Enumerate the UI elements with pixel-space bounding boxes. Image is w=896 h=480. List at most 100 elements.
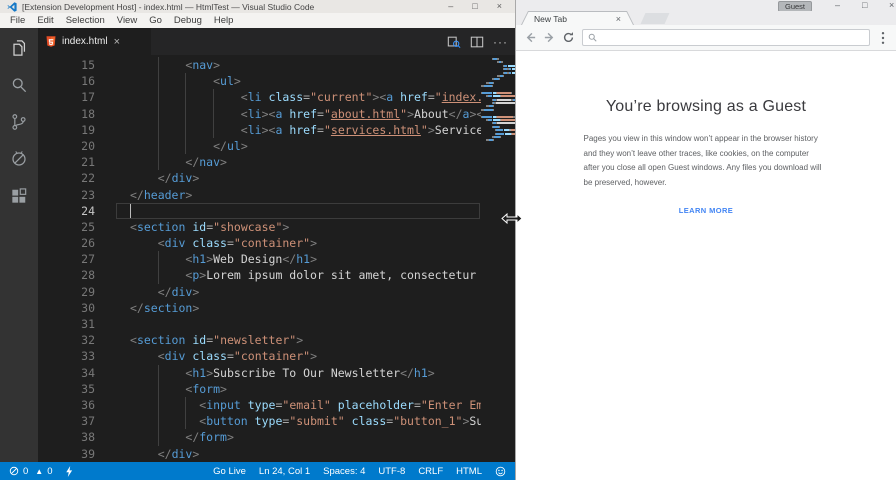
- indent-guide: [185, 89, 187, 106]
- line-number: 19: [81, 122, 95, 137]
- code-line-16[interactable]: 16 <ul>: [38, 73, 481, 90]
- status-cursor-position[interactable]: Ln 24, Col 1: [259, 466, 310, 477]
- code-text: <ul>: [116, 73, 481, 90]
- guest-description-line: after you close all open Guest windows. …: [583, 163, 822, 173]
- tab-index-html[interactable]: index.html ×: [38, 28, 151, 55]
- minimap[interactable]: [481, 55, 515, 462]
- maximize-button[interactable]: □: [472, 0, 477, 13]
- code-text: <input type="email" placeholder="Enter E…: [116, 396, 481, 414]
- code-line-21[interactable]: 21 </nav>: [38, 154, 481, 171]
- extensions-icon[interactable]: [8, 185, 30, 207]
- errors-icon[interactable]: [9, 466, 19, 476]
- line-number: 29: [81, 284, 95, 299]
- browser-toolbar: [516, 25, 896, 51]
- code-text: </nav>: [116, 154, 481, 171]
- explorer-icon[interactable]: [8, 37, 30, 59]
- code-line-29[interactable]: 29 </div>: [38, 284, 481, 300]
- menu-view[interactable]: View: [111, 15, 143, 26]
- learn-more-link[interactable]: LEARN MORE: [679, 206, 733, 215]
- tab-new-tab[interactable]: New Tab ×: [521, 11, 634, 25]
- warnings-icon[interactable]: ▲: [35, 467, 43, 476]
- menu-help[interactable]: Help: [208, 15, 240, 26]
- code-line-32[interactable]: 32 <section id="newsletter">: [38, 332, 481, 348]
- code-line-35[interactable]: 35 <form>: [38, 380, 481, 397]
- code-line-37[interactable]: 37 <button type="submit" class="button_1…: [38, 413, 481, 430]
- debug-icon[interactable]: [8, 148, 30, 170]
- code-line-34[interactable]: 34 <h1>Subscribe To Our Newsletter</h1>: [38, 364, 481, 381]
- code-line-33[interactable]: 33 <div class="container">: [38, 348, 481, 364]
- code-text: <button type="submit" class="button_1">S…: [116, 413, 481, 430]
- indent-guide: [157, 57, 159, 74]
- more-actions-icon[interactable]: ···: [493, 35, 508, 49]
- code-text: </div>: [157, 284, 200, 299]
- indent-guide: [157, 121, 159, 138]
- code-line-27[interactable]: 27 <h1>Web Design</h1>: [38, 251, 481, 268]
- code-line-17[interactable]: 17 <li class="current"><a href="index.ht…: [38, 89, 481, 106]
- code-line-26[interactable]: 26 <div class="container">: [38, 235, 481, 251]
- line-number: 34: [81, 365, 95, 380]
- code-text: </div>: [157, 446, 200, 461]
- browser-minimize-button[interactable]: –: [835, 0, 840, 11]
- code-line-15[interactable]: 15 <nav>: [38, 57, 481, 74]
- guest-description-line: be preserved, however.: [583, 177, 667, 187]
- activity-bar: [0, 28, 38, 462]
- status-eol[interactable]: CRLF: [418, 466, 443, 477]
- code-text: <li class="current"><a href="index.html": [116, 89, 481, 106]
- status-language-mode[interactable]: HTML: [456, 466, 482, 477]
- browser-tab-label: New Tab: [534, 13, 567, 24]
- menu-selection[interactable]: Selection: [60, 15, 111, 26]
- code-line-31[interactable]: 31: [38, 316, 481, 332]
- browser-close-button[interactable]: ×: [889, 0, 894, 11]
- code-line-20[interactable]: 20 </ul>: [38, 137, 481, 155]
- status-go-live[interactable]: Go Live: [213, 466, 246, 477]
- tab-close-icon[interactable]: ×: [114, 36, 120, 48]
- status-indentation[interactable]: Spaces: 4: [323, 466, 365, 477]
- code-line-24[interactable]: 24: [38, 202, 481, 220]
- indent-guide: [157, 154, 159, 171]
- line-number: 38: [81, 430, 95, 445]
- code-line-38[interactable]: 38 </form>: [38, 429, 481, 446]
- code-text: <li><a href="services.html">Services</a>: [116, 121, 481, 138]
- menu-go[interactable]: Go: [143, 15, 168, 26]
- browser-maximize-button[interactable]: □: [862, 0, 867, 11]
- window-title: [Extension Development Host] - index.htm…: [22, 1, 315, 12]
- code-line-39[interactable]: 39 </div>: [38, 446, 481, 462]
- code-editor[interactable]: 15 <nav> 16 <ul> 17 <li class="current"><a…: [38, 55, 515, 462]
- open-preview-icon[interactable]: [447, 35, 461, 49]
- indent-guide: [185, 413, 187, 430]
- feedback-smiley-icon[interactable]: [495, 466, 506, 477]
- code-line-25[interactable]: 25 <section id="showcase">: [38, 219, 481, 235]
- browser-tab-close-icon[interactable]: ×: [616, 14, 621, 24]
- line-number: 36: [81, 397, 95, 412]
- reload-icon[interactable]: [560, 30, 576, 46]
- indent-guide: [157, 105, 159, 122]
- live-server-bolt-icon[interactable]: [65, 465, 73, 477]
- line-number: 21: [81, 155, 95, 170]
- menu-debug[interactable]: Debug: [168, 15, 208, 26]
- line-number: 31: [81, 317, 95, 331]
- minimize-button[interactable]: –: [448, 0, 453, 13]
- code-text: <li><a href="about.html">About</a></li>: [116, 105, 481, 122]
- search-icon[interactable]: [8, 74, 30, 96]
- code-text: <section id="showcase">: [130, 219, 290, 234]
- code-line-28[interactable]: 28 <p>Lorem ipsum dolor sit amet, consec…: [38, 267, 481, 284]
- menu-edit[interactable]: Edit: [31, 15, 59, 26]
- source-control-icon[interactable]: [8, 111, 30, 133]
- code-text: <h1>Web Design</h1>: [116, 251, 481, 268]
- code-line-30[interactable]: 30 </section>: [38, 300, 481, 316]
- address-bar[interactable]: [582, 29, 870, 46]
- close-button[interactable]: ×: [497, 0, 502, 13]
- status-encoding[interactable]: UTF-8: [378, 466, 405, 477]
- code-line-18[interactable]: 18 <li><a href="about.html">About</a></l…: [38, 105, 481, 122]
- code-line-19[interactable]: 19 <li><a href="services.html">Services<…: [38, 121, 481, 138]
- split-editor-icon[interactable]: [470, 35, 484, 49]
- code-line-23[interactable]: 23 </header>: [38, 187, 481, 203]
- menu-file[interactable]: File: [4, 15, 31, 26]
- code-line-36[interactable]: 36 <input type="email" placeholder="Ente…: [38, 396, 481, 414]
- code-line-22[interactable]: 22 </div>: [38, 170, 481, 186]
- back-icon[interactable]: [522, 30, 538, 46]
- browser-menu-icon[interactable]: [876, 30, 890, 46]
- forward-icon[interactable]: [541, 30, 557, 46]
- new-tab-button[interactable]: [640, 13, 670, 24]
- address-input[interactable]: [601, 32, 864, 43]
